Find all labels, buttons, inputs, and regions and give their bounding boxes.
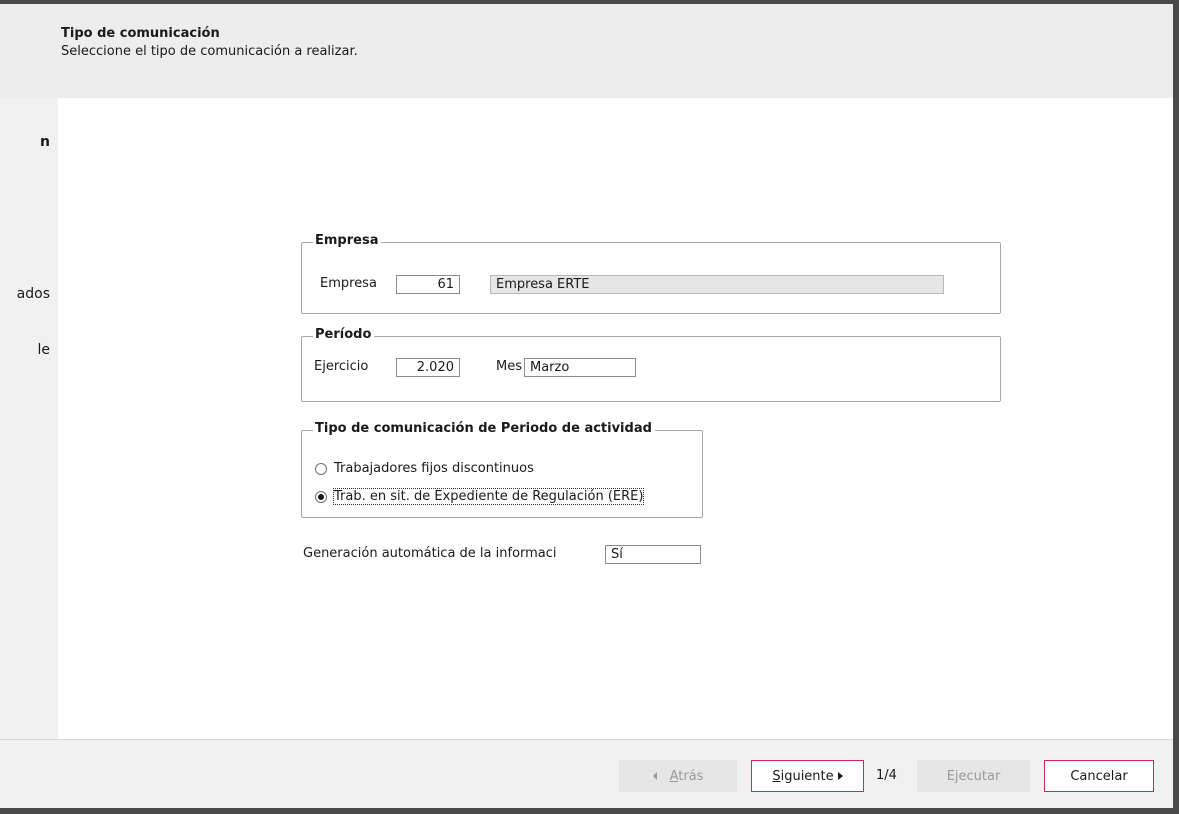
chevron-left-icon bbox=[652, 771, 657, 780]
periodo-group-legend: Período bbox=[313, 327, 375, 342]
wizard-header: Tipo de comunicación Seleccione el tipo … bbox=[0, 4, 1173, 98]
wizard-window: Tipo de comunicación Seleccione el tipo … bbox=[0, 4, 1173, 808]
radio-label[interactable]: Trab. en sit. de Expediente de Regulació… bbox=[332, 488, 645, 505]
tipo-comunicacion-group: Tipo de comunicación de Periodo de activ… bbox=[301, 421, 703, 518]
step-item[interactable]: ados bbox=[17, 286, 50, 302]
page-indicator: 1/4 bbox=[876, 768, 897, 783]
periodo-group: Período Ejercicio 2.020 Mes Marzo bbox=[301, 327, 1001, 402]
radio-label[interactable]: Trabajadores fijos discontinuos bbox=[334, 461, 534, 476]
wizard-content: Empresa Empresa 61 Empresa ERTE Período … bbox=[58, 98, 1173, 739]
step-subtitle: Seleccione el tipo de comunicación a rea… bbox=[61, 44, 358, 59]
empresa-group-legend: Empresa bbox=[313, 233, 382, 248]
wizard-footer: Atrás Siguiente 1/4 Ejecutar Cancelar bbox=[0, 739, 1173, 808]
ejercicio-field[interactable]: 2.020 bbox=[396, 358, 460, 377]
empresa-name-field: Empresa ERTE bbox=[490, 275, 944, 294]
radio-dot-icon bbox=[318, 494, 324, 500]
radio-button[interactable] bbox=[315, 463, 327, 475]
empresa-group: Empresa Empresa 61 Empresa ERTE bbox=[301, 233, 1001, 314]
mes-label: Mes bbox=[496, 359, 522, 374]
back-button[interactable]: Atrás bbox=[619, 760, 737, 792]
tipo-group-legend: Tipo de comunicación de Periodo de activ… bbox=[313, 421, 655, 436]
generacion-field[interactable]: Sí bbox=[605, 545, 701, 564]
generacion-label: Generación automática de la informaci bbox=[303, 546, 557, 561]
radio-fijos-discontinuos[interactable]: Trabajadores fijos discontinuos bbox=[315, 461, 695, 479]
execute-button[interactable]: Ejecutar bbox=[917, 760, 1030, 792]
radio-ere[interactable]: Trab. en sit. de Expediente de Regulació… bbox=[315, 488, 695, 507]
chevron-right-icon bbox=[837, 771, 843, 780]
empresa-label: Empresa bbox=[320, 276, 377, 291]
cancel-button[interactable]: Cancelar bbox=[1044, 760, 1154, 792]
radio-button-selected[interactable] bbox=[315, 491, 327, 503]
next-button[interactable]: Siguiente bbox=[751, 760, 864, 792]
mes-field[interactable]: Marzo bbox=[524, 358, 636, 377]
empresa-code-field[interactable]: 61 bbox=[396, 275, 460, 294]
steps-pane: n ados le bbox=[0, 98, 58, 738]
step-item[interactable]: le bbox=[37, 342, 50, 358]
ejercicio-label: Ejercicio bbox=[314, 359, 369, 374]
step-item-current[interactable]: n bbox=[40, 134, 50, 150]
step-title: Tipo de comunicación bbox=[61, 26, 220, 41]
